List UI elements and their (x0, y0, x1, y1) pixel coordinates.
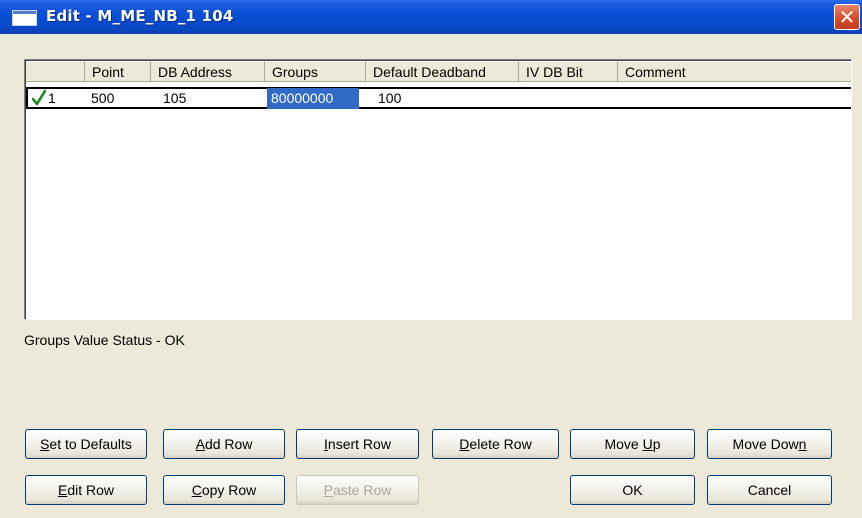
status-text: Groups Value Status - OK (24, 332, 185, 348)
column-header-default-deadband[interactable]: Default Deadband (366, 61, 519, 82)
button-accelerator: D (459, 436, 470, 452)
row-index: 1 (48, 90, 56, 106)
cancel-button[interactable]: Cancel (707, 475, 832, 505)
button-label: Move (604, 436, 643, 452)
title-bar: Edit - M_ME_NB_1 104 ✕ (0, 0, 862, 34)
column-header-comment[interactable]: Comment (618, 61, 851, 82)
move-down-button[interactable]: Move Down (707, 429, 832, 459)
button-label: et to Defaults (49, 436, 132, 452)
button-label: OK (622, 482, 643, 498)
points-grid[interactable]: Point DB Address Groups Default Deadband… (24, 59, 852, 320)
cell-db-address[interactable]: 105 (157, 88, 265, 109)
cell-default-deadband[interactable]: 100 (372, 88, 519, 109)
paste-row-button[interactable]: Paste Row (296, 475, 419, 505)
window-title: Edit - M_ME_NB_1 104 (46, 7, 234, 25)
column-header-iv-db-bit[interactable]: IV DB Bit (519, 61, 618, 82)
button-label: elete Row (469, 436, 532, 452)
insert-row-button[interactable]: Insert Row (296, 429, 419, 459)
table-row[interactable]: 1 500 105 80000000 100 (26, 87, 851, 109)
button-accelerator: U (642, 436, 653, 452)
copy-row-button[interactable]: Copy Row (163, 475, 285, 505)
edit-row-button[interactable]: Edit Row (25, 475, 147, 505)
column-header-status[interactable] (26, 61, 85, 82)
button-label: Move Dow (732, 436, 799, 452)
cell-point[interactable]: 500 (85, 88, 151, 109)
button-label: aste Row (332, 482, 392, 498)
cell-groups[interactable]: 80000000 (267, 88, 359, 109)
set-to-defaults-button[interactable]: Set to Defaults (25, 429, 147, 459)
button-accelerator: A (195, 436, 205, 452)
move-up-button[interactable]: Move Up (570, 429, 695, 459)
delete-row-button[interactable]: Delete Row (432, 429, 559, 459)
cell-comment[interactable] (618, 88, 848, 109)
button-label: dit Row (67, 482, 115, 498)
grid-header: Point DB Address Groups Default Deadband… (26, 61, 851, 82)
button-accelerator: P (323, 482, 333, 498)
button-accelerator: E (57, 482, 68, 498)
window-icon (12, 10, 37, 26)
column-header-db-address[interactable]: DB Address (151, 61, 265, 82)
ok-button[interactable]: OK (570, 475, 695, 505)
button-label: nsert Row (327, 436, 391, 452)
close-button[interactable]: ✕ (834, 4, 860, 30)
button-accelerator: n (798, 436, 807, 452)
cell-iv-db-bit[interactable] (519, 88, 618, 109)
add-row-button[interactable]: Add Row (163, 429, 285, 459)
button-label: p (652, 436, 661, 452)
column-header-groups[interactable]: Groups (265, 61, 366, 82)
button-label: Cancel (747, 482, 792, 498)
button-label: dd Row (204, 436, 253, 452)
column-header-point[interactable]: Point (85, 61, 151, 82)
button-accelerator: C (191, 482, 202, 498)
button-label: opy Row (201, 482, 257, 498)
